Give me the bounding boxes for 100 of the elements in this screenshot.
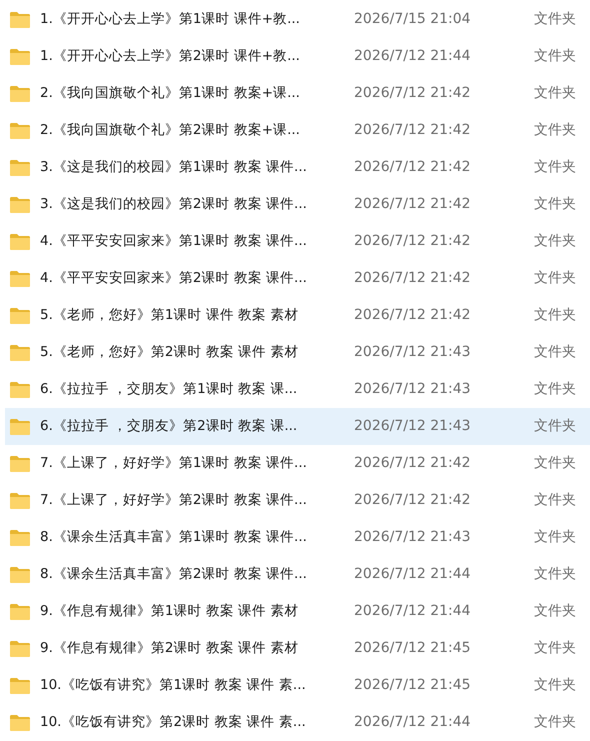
file-name: 4.《平平安安回家来》第2课时 教案 课件...: [40, 269, 308, 288]
file-type: 文件夹: [534, 306, 576, 325]
file-name: 7.《上课了，好好学》第1课时 教案 课件...: [40, 454, 308, 474]
file-type: 文件夹: [534, 713, 576, 732]
folder-icon: [10, 714, 30, 730]
folder-icon: [10, 344, 30, 360]
folder-icon: [10, 640, 30, 656]
file-row[interactable]: 7.《上课了，好好学》第2课时 教案 课件... 2026/7/12 21:42 文件夹: [5, 482, 590, 519]
file-type: 文件夹: [534, 269, 576, 288]
modified-date: 2026/7/12 21:45: [354, 639, 472, 658]
file-name: 5.《老师，您好》第2课时 教案 课件 素材: [40, 343, 300, 362]
modified-date: 2026/7/12 21:42: [354, 306, 472, 325]
file-row[interactable]: 8.《课余生活真丰富》第2课时 教案 课件... 2026/7/12 21:44 文件夹: [5, 556, 590, 593]
modified-date: 2026/7/12 21:42: [354, 269, 472, 288]
file-name: 2.《我向国旗敬个礼》第2课时 教案+课...: [40, 121, 301, 140]
file-name: 6.《拉拉手 ，交朋友》第2课时 教案 课...: [40, 417, 298, 436]
file-name: 9.《作息有规律》第1课时 教案 课件 素材: [40, 602, 300, 622]
modified-date: 2026/7/12 21:42: [354, 121, 472, 140]
file-type: 文件夹: [534, 195, 576, 214]
file-type: 文件夹: [534, 343, 576, 362]
folder-icon: [10, 160, 30, 176]
modified-date: 2026/7/12 21:44: [354, 602, 472, 621]
modified-date: 2026/7/12 21:42: [354, 232, 472, 251]
folder-icon: [10, 196, 30, 212]
file-name: 6.《拉拉手 ，交朋友》第1课时 教案 课...: [40, 380, 298, 400]
file-name: 10.《吃饭有讲究》第1课时 教案 课件 素...: [40, 676, 307, 696]
folder-icon: [10, 12, 30, 28]
modified-date: 2026/7/12 21:42: [354, 454, 472, 473]
file-type: 文件夹: [534, 121, 576, 140]
file-name: 9.《作息有规律》第2课时 教案 课件 素材: [40, 639, 300, 658]
modified-date: 2026/7/12 21:43: [354, 528, 472, 547]
modified-date: 2026/7/12 21:44: [354, 47, 472, 66]
file-name: 10.《吃饭有讲究》第2课时 教案 课件 素...: [40, 713, 307, 732]
modified-date: 2026/7/12 21:44: [354, 565, 472, 584]
file-row[interactable]: 10.《吃饭有讲究》第1课时 教案 课件 素... 2026/7/12 21:45 文件夹: [5, 667, 590, 704]
file-type: 文件夹: [534, 380, 576, 399]
modified-date: 2026/7/12 21:43: [354, 343, 472, 362]
modified-date: 2026/7/12 21:42: [354, 158, 472, 177]
file-row[interactable]: 9.《作息有规律》第1课时 教案 课件 素材 2026/7/12 21:44 文件夹: [5, 593, 590, 630]
file-type: 文件夹: [534, 47, 576, 66]
folder-icon: [10, 456, 30, 472]
file-type: 文件夹: [534, 491, 576, 510]
folder-icon: [10, 678, 30, 694]
file-name: 8.《课余生活真丰富》第2课时 教案 课件...: [40, 565, 308, 584]
folder-icon: [10, 122, 30, 138]
file-name: 3.《这是我们的校园》第1课时 教案 课件...: [40, 158, 308, 178]
file-row[interactable]: 8.《课余生活真丰富》第1课时 教案 课件... 2026/7/12 21:43 文件夹: [5, 519, 590, 556]
folder-icon: [10, 234, 30, 250]
folder-icon: [10, 604, 30, 620]
file-row[interactable]: 4.《平平安安回家来》第2课时 教案 课件... 2026/7/12 21:42 文件夹: [5, 260, 590, 297]
modified-date: 2026/7/12 21:43: [354, 417, 472, 436]
modified-date: 2026/7/12 21:44: [354, 713, 472, 732]
file-type: 文件夹: [534, 454, 576, 473]
modified-date: 2026/7/12 21:42: [354, 84, 472, 103]
file-row[interactable]: 5.《老师，您好》第1课时 课件 教案 素材 2026/7/12 21:42 文件夹: [5, 297, 590, 334]
file-type: 文件夹: [534, 639, 576, 658]
file-row[interactable]: 3.《这是我们的校园》第1课时 教案 课件... 2026/7/12 21:42 文件夹: [5, 149, 590, 186]
file-type: 文件夹: [534, 528, 576, 547]
folder-icon: [10, 270, 30, 286]
folder-icon: [10, 382, 30, 398]
file-row[interactable]: 6.《拉拉手 ，交朋友》第1课时 教案 课... 2026/7/12 21:43 文件夹: [5, 371, 590, 408]
file-name: 1.《开开心心去上学》第1课时 课件+教...: [40, 10, 301, 30]
file-row[interactable]: 10.《吃饭有讲究》第2课时 教案 课件 素... 2026/7/12 21:44 文件夹: [5, 704, 590, 741]
file-type: 文件夹: [534, 676, 576, 695]
file-type: 文件夹: [534, 158, 576, 177]
folder-icon: [10, 418, 30, 434]
folder-icon: [10, 530, 30, 546]
folder-icon: [10, 86, 30, 102]
file-name: 4.《平平安安回家来》第1课时 教案 课件...: [40, 232, 308, 252]
file-row[interactable]: 2.《我向国旗敬个礼》第1课时 教案+课... 2026/7/12 21:42 文件夹: [5, 75, 590, 112]
file-row[interactable]: 1.《开开心心去上学》第1课时 课件+教... 2026/7/15 21:04 文件夹: [5, 1, 590, 38]
modified-date: 2026/7/12 21:42: [354, 195, 472, 214]
modified-date: 2026/7/15 21:04: [354, 10, 472, 29]
file-row[interactable]: 7.《上课了，好好学》第1课时 教案 课件... 2026/7/12 21:42 文件夹: [5, 445, 590, 482]
folder-icon: [10, 308, 30, 324]
modified-date: 2026/7/12 21:43: [354, 380, 472, 399]
file-type: 文件夹: [534, 602, 576, 621]
file-name: 7.《上课了，好好学》第2课时 教案 课件...: [40, 491, 308, 510]
file-name: 8.《课余生活真丰富》第1课时 教案 课件...: [40, 528, 308, 548]
file-row[interactable]: 9.《作息有规律》第2课时 教案 课件 素材 2026/7/12 21:45 文件夹: [5, 630, 590, 667]
file-name: 1.《开开心心去上学》第2课时 课件+教...: [40, 47, 301, 66]
file-type: 文件夹: [534, 417, 576, 436]
file-type: 文件夹: [534, 10, 576, 29]
folder-icon: [10, 566, 30, 582]
file-row[interactable]: 2.《我向国旗敬个礼》第2课时 教案+课... 2026/7/12 21:42 文件夹: [5, 112, 590, 149]
file-row[interactable]: 3.《这是我们的校园》第2课时 教案 课件... 2026/7/12 21:42 文件夹: [5, 186, 590, 223]
file-name: 5.《老师，您好》第1课时 课件 教案 素材: [40, 306, 300, 326]
modified-date: 2026/7/12 21:42: [354, 491, 472, 510]
file-row[interactable]: 5.《老师，您好》第2课时 教案 课件 素材 2026/7/12 21:43 文件夹: [5, 334, 590, 371]
file-row[interactable]: 4.《平平安安回家来》第1课时 教案 课件... 2026/7/12 21:42 文件夹: [5, 223, 590, 260]
file-row[interactable]: 1.《开开心心去上学》第2课时 课件+教... 2026/7/12 21:44 文件夹: [5, 38, 590, 75]
folder-icon: [10, 48, 30, 64]
file-row[interactable]: 6.《拉拉手 ，交朋友》第2课时 教案 课... 2026/7/12 21:43 文件夹: [5, 408, 590, 445]
file-name: 3.《这是我们的校园》第2课时 教案 课件...: [40, 195, 308, 214]
file-type: 文件夹: [534, 232, 576, 251]
modified-date: 2026/7/12 21:45: [354, 676, 472, 695]
file-name: 2.《我向国旗敬个礼》第1课时 教案+课...: [40, 84, 301, 104]
folder-icon: [10, 492, 30, 508]
file-type: 文件夹: [534, 84, 576, 103]
file-type: 文件夹: [534, 565, 576, 584]
